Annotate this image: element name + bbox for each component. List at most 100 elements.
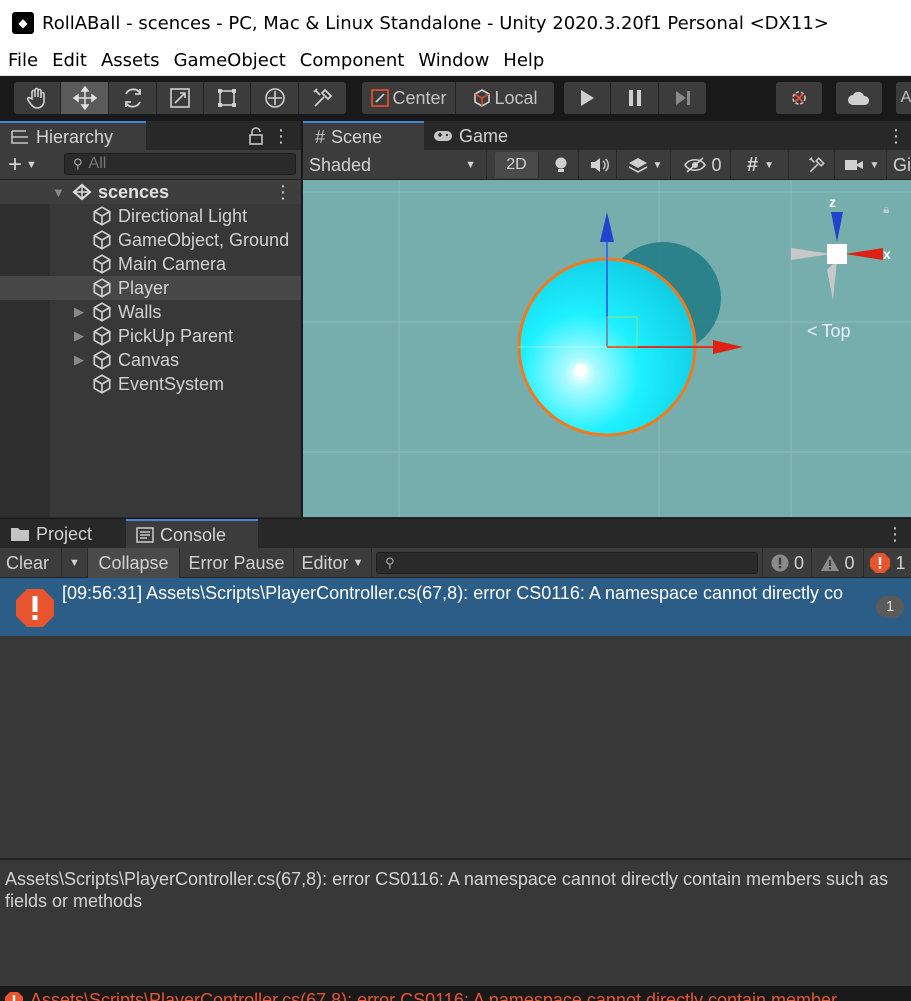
- play-button[interactable]: [564, 82, 611, 114]
- gizmos-dropdown[interactable]: Gi: [889, 150, 911, 180]
- tab-console-label: Console: [160, 524, 227, 545]
- custom-tool-button[interactable]: [299, 82, 346, 114]
- pivot-space-button[interactable]: Local: [456, 82, 554, 114]
- 2d-toggle-button[interactable]: 2D: [495, 152, 539, 178]
- error-pause-toggle[interactable]: Error Pause: [180, 548, 294, 578]
- clear-options-dropdown[interactable]: ▼: [62, 548, 88, 578]
- hierarchy-search-input[interactable]: ⚲ All: [64, 153, 296, 175]
- chevron-down-icon: ▼: [352, 557, 364, 569]
- transform-tool-button[interactable]: [251, 82, 299, 114]
- hierarchy-item[interactable]: Directional Light: [0, 204, 301, 228]
- shading-mode-dropdown[interactable]: Shaded ▼: [303, 150, 487, 180]
- pause-button[interactable]: [611, 82, 659, 114]
- scene-header-row[interactable]: ▼ scences ⋮: [0, 180, 301, 204]
- tab-hierarchy[interactable]: Hierarchy: [0, 121, 146, 151]
- hierarchy-item[interactable]: EventSystem: [0, 372, 301, 396]
- 2d-toggle-label: 2D: [506, 156, 527, 173]
- console-menu-icon[interactable]: ⋮: [886, 523, 904, 545]
- gizmo-lock-icon[interactable]: 🔒︎: [883, 202, 889, 217]
- menu-help[interactable]: Help: [496, 50, 551, 71]
- menu-window[interactable]: Window: [411, 50, 496, 71]
- hierarchy-tab-label: Hierarchy: [36, 126, 114, 147]
- rotate-tool-button[interactable]: [109, 82, 157, 114]
- plus-icon: +: [8, 151, 23, 178]
- unity-logo-icon: ◆: [12, 12, 34, 34]
- scene-expand-arrow-icon[interactable]: ▼: [52, 185, 65, 200]
- scale-tool-button[interactable]: [157, 82, 204, 114]
- clear-button[interactable]: Clear: [0, 548, 62, 578]
- scene-viewport[interactable]: z x 🔒︎ < Top: [303, 180, 911, 517]
- layers-icon: [628, 158, 647, 173]
- pivot-mode-button[interactable]: Center: [362, 82, 456, 114]
- tab-game[interactable]: Game: [431, 121, 521, 151]
- lighting-toggle[interactable]: [543, 150, 579, 180]
- camera-icon: [844, 160, 863, 170]
- rotate-icon: [124, 88, 141, 108]
- menu-component[interactable]: Component: [293, 50, 412, 71]
- expand-arrow-icon[interactable]: ▶: [74, 352, 84, 368]
- create-dropdown[interactable]: + ▼: [8, 153, 50, 177]
- hand-tool-button[interactable]: [14, 82, 61, 114]
- scene-tabbar: # Scene Game ⋮: [303, 120, 911, 151]
- lock-icon[interactable]: [246, 125, 266, 147]
- log-filter-toggle[interactable]: 0: [762, 548, 812, 578]
- editor-tools-button[interactable]: [799, 150, 835, 180]
- pivot-center-icon: [371, 89, 390, 107]
- search-icon: ⚲: [385, 555, 395, 570]
- hierarchy-item[interactable]: GameObject, Ground: [0, 228, 301, 252]
- menu-file[interactable]: File: [0, 50, 45, 71]
- account-button[interactable]: A: [896, 82, 911, 114]
- hierarchy-item-selected[interactable]: Player: [0, 276, 301, 300]
- collab-button[interactable]: [776, 82, 822, 114]
- gameobject-cube-icon: [93, 326, 111, 346]
- scene-menu-icon[interactable]: ⋮: [274, 182, 292, 203]
- status-bar[interactable]: Assets\Scripts\PlayerController.cs(67,8)…: [0, 986, 911, 1001]
- hierarchy-item-label: Player: [118, 277, 170, 298]
- hierarchy-item[interactable]: Main Camera: [0, 252, 301, 276]
- menu-assets[interactable]: Assets: [94, 50, 167, 71]
- menu-gameobject[interactable]: GameObject: [167, 50, 293, 71]
- folder-icon: [11, 528, 29, 541]
- expand-arrow-icon[interactable]: ▶: [74, 328, 84, 344]
- cloud-button[interactable]: [836, 82, 882, 114]
- gameobject-cube-icon: [93, 302, 111, 322]
- hierarchy-menu-icon[interactable]: ⋮: [272, 125, 290, 147]
- speaker-icon: [590, 158, 609, 172]
- tab-project[interactable]: Project: [0, 519, 120, 549]
- error-filter-toggle[interactable]: 1: [864, 548, 911, 578]
- console-log-entry[interactable]: [09:56:31] Assets\Scripts\PlayerControll…: [0, 578, 911, 636]
- collapse-toggle[interactable]: Collapse: [88, 548, 180, 578]
- hierarchy-item[interactable]: ▶ Walls: [0, 300, 301, 324]
- chevron-down-icon: ▼: [652, 159, 663, 171]
- pivot-space-label: Local: [494, 87, 538, 108]
- scene-visibility-toggle[interactable]: 0: [675, 150, 731, 180]
- gizmo-x-label: x: [883, 246, 891, 262]
- expand-arrow-icon[interactable]: ▶: [74, 304, 84, 320]
- log-entry-count-badge: 1: [876, 596, 904, 618]
- grid-snap-dropdown[interactable]: # ▼: [733, 150, 789, 180]
- main-toolbar: Center Local A: [0, 76, 911, 120]
- audio-toggle[interactable]: [581, 150, 617, 180]
- log-count: 0: [793, 552, 804, 573]
- console-search-input[interactable]: ⚲: [376, 552, 758, 574]
- warning-filter-toggle[interactable]: 0: [812, 548, 864, 578]
- scene-menu-icon[interactable]: ⋮: [887, 125, 905, 147]
- move-tool-button[interactable]: [61, 82, 109, 114]
- hierarchy-item-label: Canvas: [118, 349, 180, 370]
- tab-scene-label: Scene: [331, 126, 383, 147]
- hierarchy-item[interactable]: ▶ Canvas: [0, 348, 301, 372]
- step-button[interactable]: [659, 82, 706, 114]
- window-title: RollABall - scences - PC, Mac & Linux St…: [42, 12, 829, 34]
- tab-scene[interactable]: # Scene: [303, 121, 424, 151]
- view-label[interactable]: < Top: [807, 321, 851, 342]
- rect-tool-button[interactable]: [204, 82, 251, 114]
- editor-dropdown[interactable]: Editor ▼: [294, 548, 372, 578]
- tab-console[interactable]: Console: [126, 519, 258, 549]
- effects-dropdown[interactable]: ▼: [619, 150, 671, 180]
- hierarchy-item[interactable]: ▶ PickUp Parent: [0, 324, 301, 348]
- camera-dropdown[interactable]: ▼: [837, 150, 887, 180]
- lightbulb-icon: [555, 157, 566, 172]
- cloud-icon: [848, 91, 870, 105]
- hand-icon: [26, 87, 45, 109]
- menu-edit[interactable]: Edit: [45, 50, 94, 71]
